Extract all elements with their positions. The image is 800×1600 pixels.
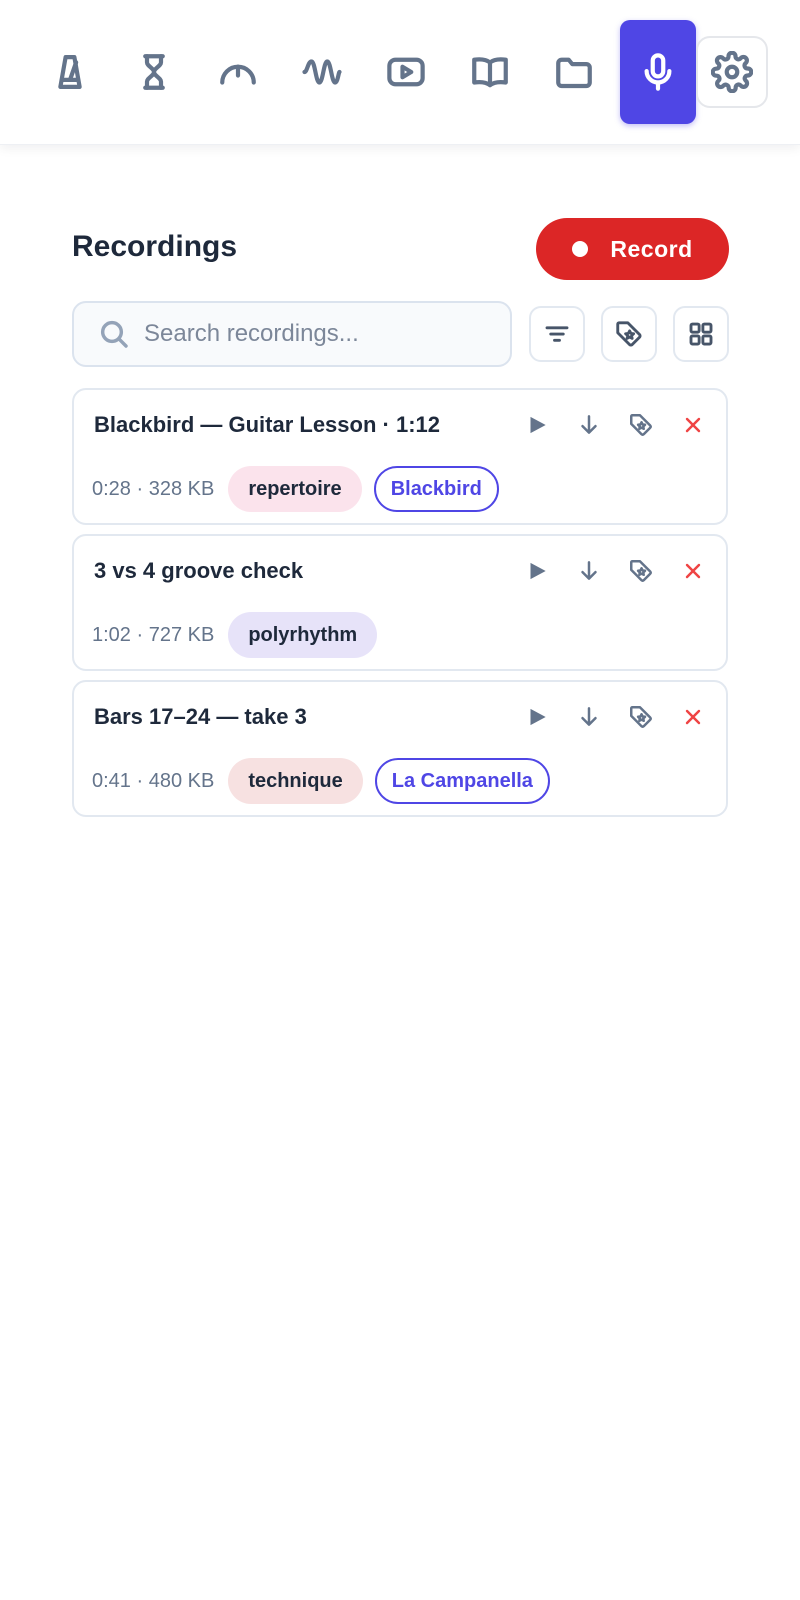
search-icon — [100, 320, 128, 348]
grid-view-button[interactable] — [673, 306, 729, 362]
recording-card[interactable]: Blackbird — Guitar Lesson · 1:12 0:28 · … — [72, 388, 728, 525]
download-arrow-icon — [581, 415, 597, 434]
recording-actions — [518, 552, 712, 590]
tag-icon — [630, 706, 652, 728]
metronome-icon — [58, 55, 82, 89]
recording-title: 3 vs 4 groove check — [94, 558, 304, 583]
recording-meta: 0:41 · 480 KB — [92, 769, 215, 792]
recording-meta: 0:28 · 328 KB — [92, 477, 215, 500]
category-tag[interactable]: repertoire — [228, 466, 362, 512]
piece-tag[interactable]: Blackbird — [373, 466, 499, 512]
waveform-icon — [302, 59, 342, 85]
tag-icon — [630, 414, 652, 436]
nav-settings[interactable] — [696, 36, 768, 108]
close-icon — [685, 563, 701, 579]
play-icon — [530, 416, 546, 434]
download-button[interactable] — [570, 552, 608, 590]
top-nav-bar — [0, 0, 800, 145]
nav-recordings[interactable] — [620, 20, 696, 124]
play-button[interactable] — [518, 406, 556, 444]
download-button[interactable] — [570, 698, 608, 736]
microphone-icon — [644, 53, 672, 91]
nav-timer[interactable] — [116, 20, 192, 124]
tag-icon — [630, 560, 652, 582]
record-button-label: Record — [610, 235, 693, 262]
recording-meta-row: 0:41 · 480 KB technique La Campanella — [92, 758, 550, 804]
play-button[interactable] — [518, 552, 556, 590]
delete-button[interactable] — [674, 552, 712, 590]
close-icon — [685, 709, 701, 725]
recording-title: Bars 17–24 — take 3 — [94, 704, 307, 729]
page-title: Recordings — [72, 230, 238, 263]
category-tag[interactable]: technique — [228, 758, 363, 804]
nav-files[interactable] — [536, 20, 612, 124]
tag-button[interactable] — [622, 552, 660, 590]
close-icon — [685, 417, 701, 433]
recording-actions — [518, 698, 712, 736]
recording-card[interactable]: Bars 17–24 — take 3 0:41 · 480 KB techni… — [72, 680, 728, 817]
tuner-gauge-icon — [220, 64, 256, 85]
nav-tuner[interactable] — [200, 20, 276, 124]
filter-icon — [545, 326, 569, 342]
nav-waveform[interactable] — [284, 20, 360, 124]
recording-actions — [518, 406, 712, 444]
nav-library[interactable] — [452, 20, 528, 124]
play-button[interactable] — [518, 698, 556, 736]
record-button[interactable]: Record — [536, 218, 729, 280]
hourglass-icon — [143, 54, 165, 90]
download-button[interactable] — [570, 406, 608, 444]
tag-button[interactable] — [622, 698, 660, 736]
tags-button[interactable] — [601, 306, 657, 362]
play-icon — [530, 708, 546, 726]
recording-meta-row: 1:02 · 727 KB polyrhythm — [92, 612, 378, 658]
gear-icon — [711, 51, 753, 93]
download-arrow-icon — [581, 707, 597, 726]
recording-meta-row: 0:28 · 328 KB repertoire Blackbird — [92, 466, 499, 512]
tag-icon — [616, 321, 642, 347]
delete-button[interactable] — [674, 698, 712, 736]
tag-button[interactable] — [622, 406, 660, 444]
download-arrow-icon — [581, 561, 597, 580]
category-tag[interactable]: polyrhythm — [228, 612, 378, 658]
folder-icon — [556, 57, 592, 89]
video-icon — [387, 57, 425, 87]
nav-metronome[interactable] — [32, 20, 108, 124]
filter-button[interactable] — [529, 306, 585, 362]
recording-meta: 1:02 · 727 KB — [92, 623, 215, 646]
play-icon — [530, 562, 546, 580]
recording-card[interactable]: 3 vs 4 groove check 1:02 · 727 KB polyrh… — [72, 534, 728, 671]
book-icon — [472, 57, 508, 88]
nav-video[interactable] — [368, 20, 444, 124]
piece-tag[interactable]: La Campanella — [374, 758, 550, 804]
record-dot-icon — [572, 241, 589, 257]
grid-view-icon — [689, 322, 713, 346]
search-field[interactable] — [72, 301, 512, 367]
delete-button[interactable] — [674, 406, 712, 444]
recording-title: Blackbird — Guitar Lesson · 1:12 — [94, 412, 440, 437]
search-input[interactable] — [144, 320, 504, 348]
